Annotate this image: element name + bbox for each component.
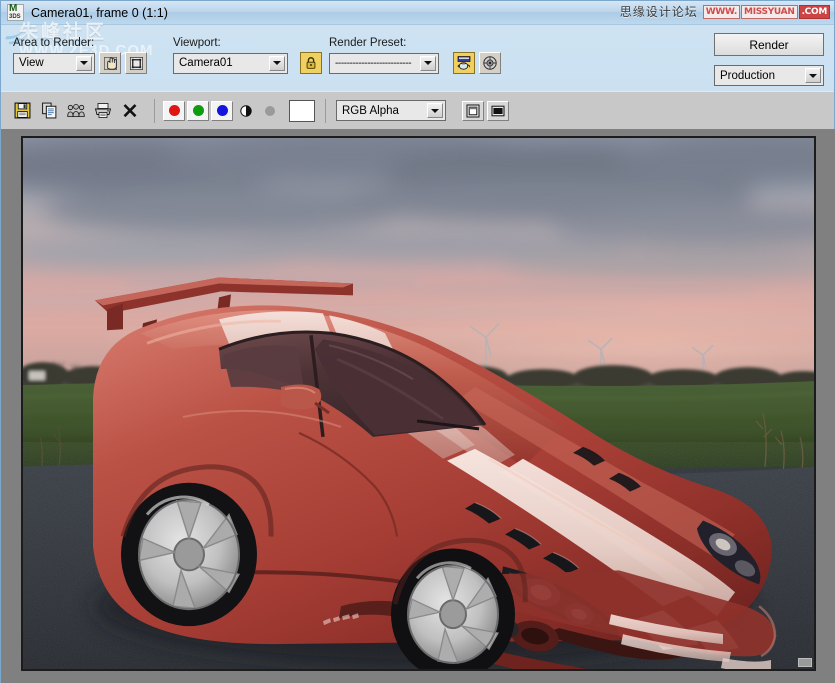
app-icon-bottom-text: 3DS: [9, 14, 21, 20]
channel-display-select[interactable]: RGB Alpha: [336, 100, 446, 121]
image-toolbar-row: RGB Alpha: [1, 91, 834, 129]
channel-display-value: RGB Alpha: [342, 105, 399, 117]
toggle-ui-button[interactable]: [462, 101, 484, 121]
toolbar-separator-2: [325, 99, 326, 123]
clear-image-button[interactable]: [119, 100, 141, 122]
render-mode-select[interactable]: Production: [714, 65, 824, 86]
panel-icon: [466, 104, 480, 118]
toggle-fullscreen-button[interactable]: [487, 101, 509, 121]
watermark-forum-name: 思缘设计论坛: [620, 3, 698, 20]
resize-nub[interactable]: [798, 658, 812, 667]
window-title: Camera01, frame 0 (1:1): [31, 6, 168, 20]
render-setup-button[interactable]: [453, 52, 475, 74]
render-button[interactable]: Render: [714, 33, 824, 56]
area-to-render-value: View: [19, 57, 44, 69]
lock-viewport-button[interactable]: [300, 52, 322, 74]
half-circle-icon: [240, 105, 252, 117]
watermark-url-part-2: .COM: [799, 5, 830, 19]
render-action-group: Render Production: [714, 33, 824, 86]
teapot-icon: [456, 55, 472, 71]
alpha-channel-button[interactable]: [235, 101, 257, 121]
3dsmax-app-icon: M 3DS: [7, 4, 24, 21]
render-frame-window: M 3DS Camera01, frame 0 (1:1) 思缘设计论坛 WWW…: [0, 0, 835, 683]
viewport-label: Viewport:: [173, 37, 322, 49]
background-color-swatch[interactable]: [289, 100, 315, 122]
area-to-render-label: Area to Render:: [13, 37, 147, 49]
print-image-button[interactable]: [92, 100, 114, 122]
green-dot-icon: [193, 105, 204, 116]
save-image-button[interactable]: [11, 100, 33, 122]
red-dot-icon: [169, 105, 180, 116]
sphere-icon: [482, 55, 498, 71]
render-view-area: [1, 129, 835, 683]
chevron-down-icon[interactable]: [76, 56, 92, 71]
screen-icon: [491, 104, 505, 118]
toolbar-separator: [154, 99, 155, 123]
chevron-down-icon[interactable]: [805, 68, 821, 83]
render-controls-row: Area to Render: View: [1, 25, 834, 91]
clone-icon: [67, 102, 85, 119]
auto-region-button[interactable]: [125, 52, 147, 74]
area-to-render-select[interactable]: View: [13, 53, 95, 74]
watermark-url-part-1: MISSYUAN: [741, 5, 798, 19]
red-channel-button[interactable]: [163, 101, 185, 121]
copy-image-button[interactable]: [38, 100, 60, 122]
app-icon-top-text: M: [9, 4, 16, 14]
pan-region-button[interactable]: [99, 52, 121, 74]
render-preset-label: Render Preset:: [329, 37, 501, 49]
monochrome-button[interactable]: [259, 101, 281, 121]
blue-dot-icon: [217, 105, 228, 116]
clone-image-button[interactable]: [65, 100, 87, 122]
watermark-url: WWW. MISSYUAN .COM: [703, 5, 830, 19]
green-channel-button[interactable]: [187, 101, 209, 121]
window-titlebar: M 3DS Camera01, frame 0 (1:1) 思缘设计论坛 WWW…: [1, 1, 834, 25]
print-icon: [94, 102, 112, 119]
render-preset-group: Render Preset: -------------------------…: [329, 37, 501, 74]
render-preset-select[interactable]: --------------------------: [329, 53, 439, 74]
rendered-image: [23, 138, 814, 669]
blue-channel-button[interactable]: [211, 101, 233, 121]
render-mode-value: Production: [720, 70, 775, 82]
lock-icon: [304, 56, 318, 70]
render-preset-value: --------------------------: [335, 58, 421, 69]
watermark-url-part-0: WWW.: [703, 5, 740, 19]
frame-icon: [129, 56, 144, 71]
area-to-render-group: Area to Render: View: [13, 37, 147, 74]
chevron-down-icon[interactable]: [427, 103, 443, 118]
chevron-down-icon[interactable]: [269, 56, 285, 71]
environment-button[interactable]: [479, 52, 501, 74]
hand-icon: [103, 56, 118, 71]
rendered-image-frame[interactable]: [21, 136, 816, 671]
viewport-value: Camera01: [179, 57, 233, 69]
chevron-down-icon[interactable]: [420, 56, 436, 71]
viewport-group: Viewport: Camera01: [173, 37, 322, 74]
gray-dot-icon: [265, 106, 275, 116]
copy-icon: [41, 102, 58, 119]
viewport-select[interactable]: Camera01: [173, 53, 288, 74]
save-icon: [14, 102, 31, 119]
close-x-icon: [122, 103, 138, 119]
watermark-right: 思缘设计论坛 WWW. MISSYUAN .COM: [620, 3, 830, 20]
